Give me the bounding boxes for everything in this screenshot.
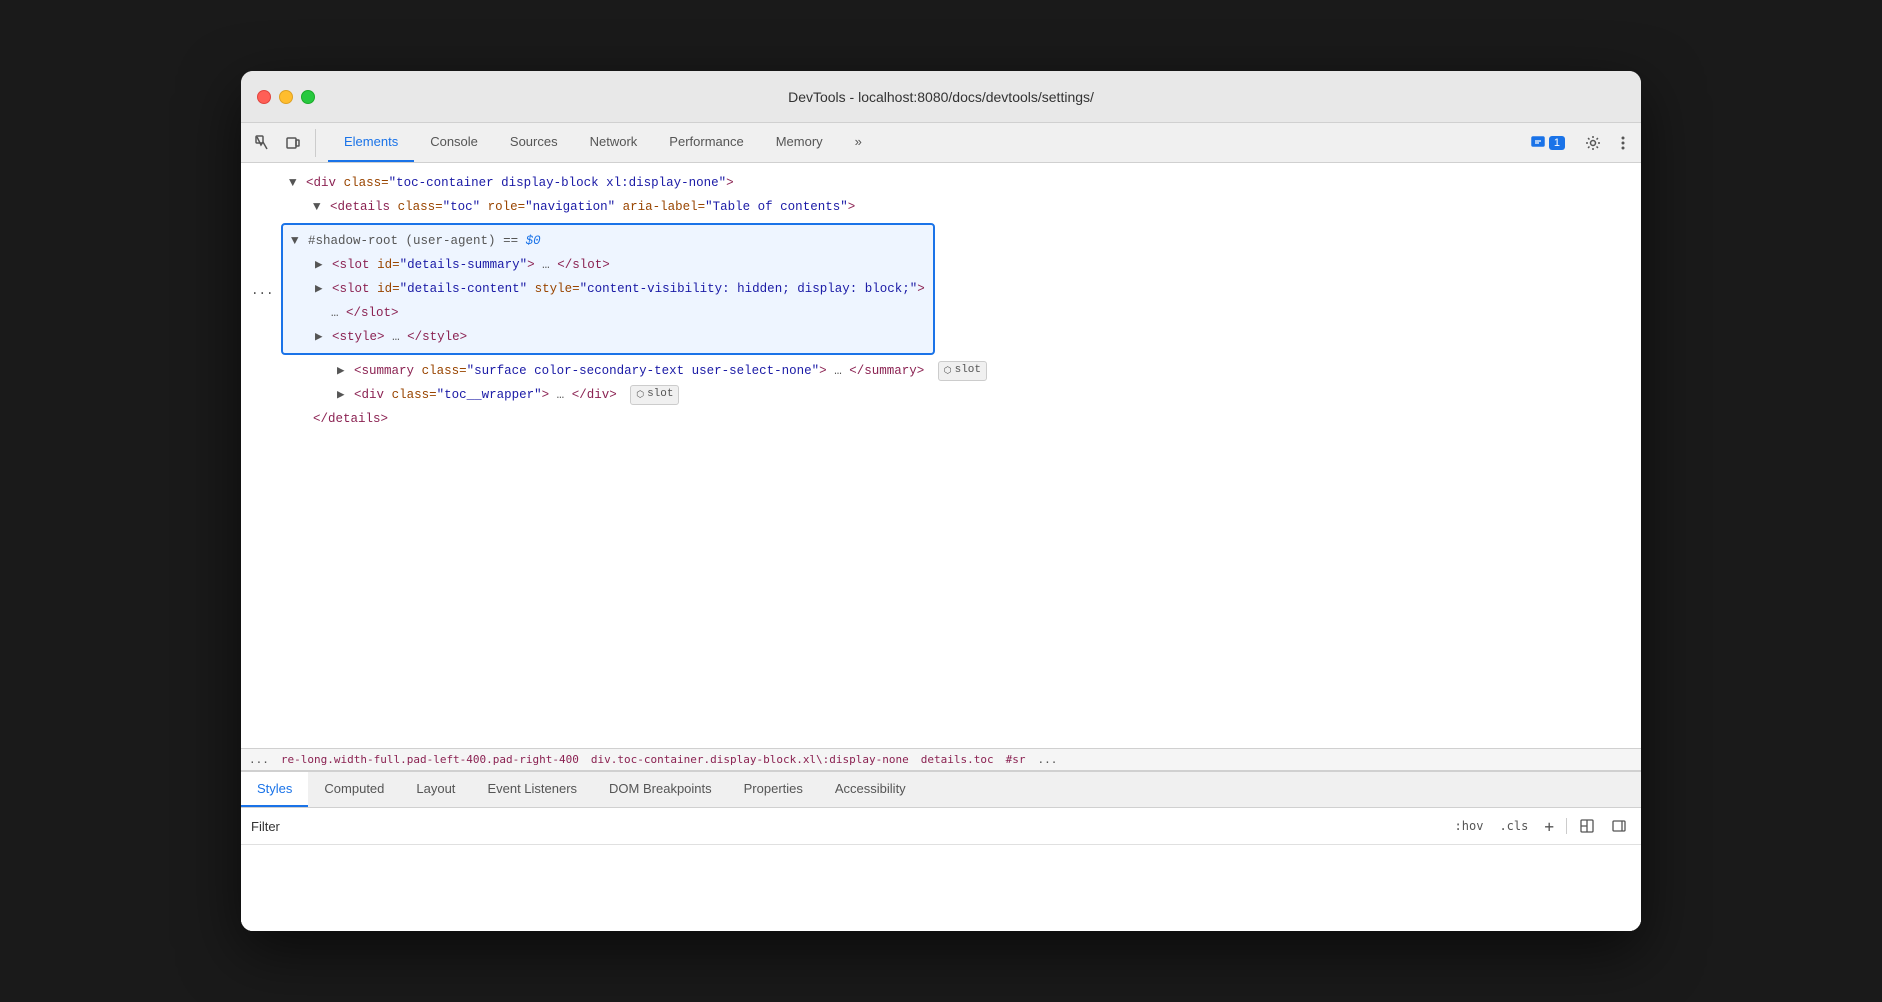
- shadow-root-style: ▶ <style> … </style>: [283, 325, 933, 349]
- tab-performance[interactable]: Performance: [653, 123, 759, 162]
- slot-badge-1: ⬡ slot: [938, 361, 987, 381]
- notification-badge: 1: [1549, 136, 1565, 150]
- minimize-button[interactable]: [279, 90, 293, 104]
- dom-line-details-end: </details>: [241, 407, 1641, 431]
- filter-right-controls: :hov .cls +: [1451, 814, 1631, 838]
- traffic-lights: [257, 90, 315, 104]
- tab-console[interactable]: Console: [414, 123, 494, 162]
- shadow-root-container: ▼ #shadow-root (user-agent) == $0 ▶ <slo…: [281, 223, 935, 355]
- devtools-window: DevTools - localhost:8080/docs/devtools/…: [241, 71, 1641, 931]
- filter-label: Filter: [251, 819, 280, 834]
- breadcrumb-bar: ... re-long.width-full.pad-left-400.pad-…: [241, 748, 1641, 771]
- more-menu-button[interactable]: [1613, 131, 1633, 155]
- top-tabs: Elements Console Sources Network Perform…: [328, 123, 878, 162]
- bottom-tabs: Styles Computed Layout Event Listeners D…: [241, 772, 1641, 808]
- device-toolbar-icon[interactable]: [279, 129, 307, 157]
- dom-tree[interactable]: ▼ <div class="toc-container display-bloc…: [241, 163, 1641, 748]
- bottom-tab-accessibility[interactable]: Accessibility: [819, 772, 922, 807]
- breadcrumb-more[interactable]: ...: [1038, 753, 1058, 766]
- filter-bar: Filter :hov .cls +: [241, 808, 1641, 845]
- bottom-tab-event-listeners[interactable]: Event Listeners: [471, 772, 593, 807]
- tab-sources[interactable]: Sources: [494, 123, 574, 162]
- notifications-button[interactable]: 1: [1523, 132, 1573, 154]
- settings-button[interactable]: [1577, 131, 1609, 155]
- bottom-tab-properties[interactable]: Properties: [728, 772, 819, 807]
- maximize-button[interactable]: [301, 90, 315, 104]
- shadow-root-slot2: ▶ <slot id="details-content" style="cont…: [283, 277, 933, 301]
- breadcrumb-item-3[interactable]: details.toc: [921, 753, 994, 766]
- breadcrumb-dots[interactable]: ...: [249, 753, 269, 766]
- bottom-tab-dom-breakpoints[interactable]: DOM Breakpoints: [593, 772, 728, 807]
- tab-more[interactable]: »: [839, 123, 878, 162]
- tab-memory[interactable]: Memory: [760, 123, 839, 162]
- expand-dots[interactable]: ...: [251, 282, 274, 297]
- shadow-root-header: ▼ #shadow-root (user-agent) == $0: [283, 229, 933, 253]
- dom-line-2: ▼ <details class="toc" role="navigation"…: [241, 195, 1641, 219]
- sidebar-button[interactable]: [1607, 814, 1631, 838]
- hov-button[interactable]: :hov: [1451, 817, 1488, 835]
- toolbar-icon-group: [249, 129, 316, 157]
- bottom-panel: Styles Computed Layout Event Listeners D…: [241, 771, 1641, 931]
- inspect-element-icon[interactable]: [249, 129, 277, 157]
- tab-elements[interactable]: Elements: [328, 123, 414, 162]
- dom-line-1: ▼ <div class="toc-container display-bloc…: [241, 171, 1641, 195]
- breadcrumb-item-2[interactable]: div.toc-container.display-block.xl\:disp…: [591, 753, 909, 766]
- layout-button[interactable]: [1575, 814, 1599, 838]
- dom-line-div-wrapper: ▶ <div class="toc__wrapper"> … </div> ⬡ …: [241, 383, 1641, 407]
- top-toolbar: Elements Console Sources Network Perform…: [241, 123, 1641, 163]
- shadow-root-slot2-content: … </slot>: [283, 301, 933, 325]
- dom-line-summary: ▶ <summary class="surface color-secondar…: [241, 359, 1641, 383]
- shadow-root-slot1: ▶ <slot id="details-summary"> … </slot>: [283, 253, 933, 277]
- bottom-tab-layout[interactable]: Layout: [400, 772, 471, 807]
- filter-divider: [1566, 818, 1567, 834]
- bottom-tab-computed[interactable]: Computed: [308, 772, 400, 807]
- breadcrumb-item-4[interactable]: #sr: [1006, 753, 1026, 766]
- toolbar-right-actions: 1: [1523, 131, 1633, 155]
- close-button[interactable]: [257, 90, 271, 104]
- tab-network[interactable]: Network: [574, 123, 654, 162]
- window-title: DevTools - localhost:8080/docs/devtools/…: [788, 89, 1094, 105]
- bottom-tab-styles[interactable]: Styles: [241, 772, 308, 807]
- devtools-panel: Elements Console Sources Network Perform…: [241, 123, 1641, 931]
- breadcrumb-item-1[interactable]: re-long.width-full.pad-left-400.pad-righ…: [281, 753, 579, 766]
- cls-button[interactable]: .cls: [1495, 817, 1532, 835]
- titlebar: DevTools - localhost:8080/docs/devtools/…: [241, 71, 1641, 123]
- slot-badge-2: ⬡ slot: [630, 385, 679, 405]
- add-style-button[interactable]: +: [1540, 815, 1558, 838]
- main-content: ▼ <div class="toc-container display-bloc…: [241, 163, 1641, 931]
